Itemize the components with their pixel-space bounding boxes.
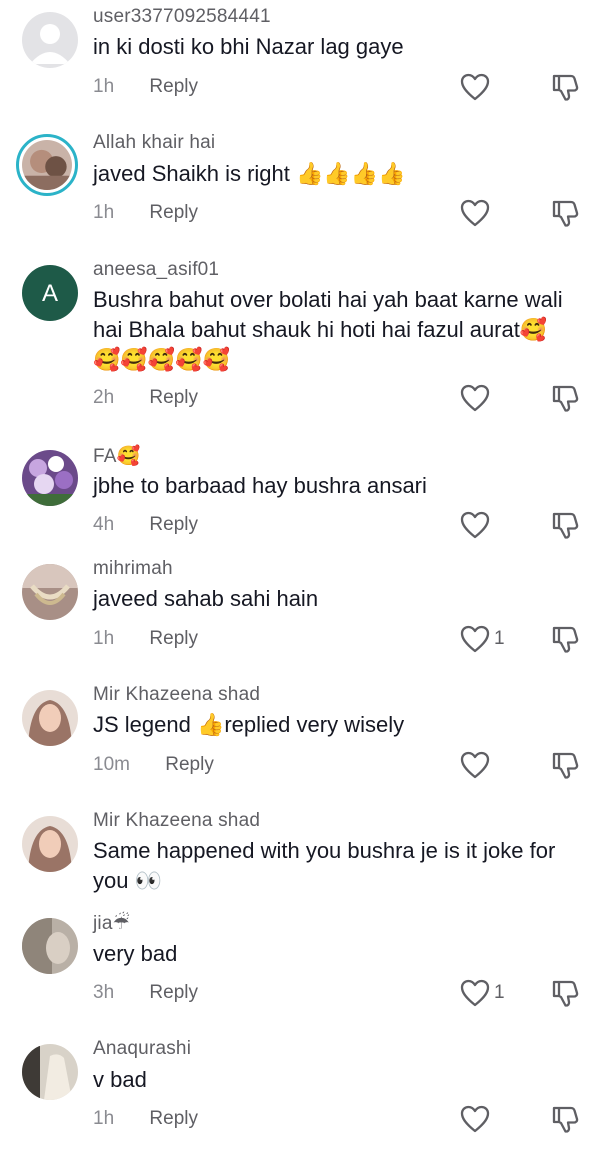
heart-outline-icon xyxy=(460,979,490,1007)
like-button[interactable] xyxy=(460,1105,494,1133)
like-button[interactable] xyxy=(460,511,494,539)
heart-outline-icon xyxy=(460,73,490,101)
heart-outline-icon xyxy=(460,199,490,227)
comment-username[interactable]: user3377092584441 xyxy=(93,6,271,28)
thumbs-down-icon xyxy=(552,74,579,101)
dislike-button[interactable] xyxy=(550,624,580,659)
dislike-button[interactable] xyxy=(550,510,580,545)
avatar-letter: A xyxy=(42,280,58,307)
comment-username[interactable]: aneesa_asif01 xyxy=(93,259,219,281)
dislike-button[interactable] xyxy=(550,383,580,418)
comment-text: jbhe to barbaad hay bushra ansari xyxy=(93,473,427,498)
reply-button[interactable]: Reply xyxy=(149,76,198,97)
comment-text: javeed sahab sahi hain xyxy=(93,586,319,611)
thumbs-down-icon xyxy=(552,752,579,779)
comment-username[interactable]: mihrimah xyxy=(93,558,173,580)
avatar[interactable] xyxy=(16,134,78,196)
comment-meta: 1h Reply xyxy=(93,202,198,224)
comment-text: v bad xyxy=(93,1067,147,1092)
comment-meta: 1h Reply xyxy=(93,628,198,650)
heart-outline-icon xyxy=(460,511,490,539)
heart-outline-icon xyxy=(460,751,490,779)
dislike-button[interactable] xyxy=(550,198,580,233)
comment-text: JS legend 👍replied very wisely xyxy=(93,712,405,737)
reply-button[interactable]: Reply xyxy=(149,202,198,223)
like-button[interactable]: 1 xyxy=(460,979,505,1007)
comment-text: very bad xyxy=(93,941,178,966)
comment-time: 4h xyxy=(93,514,115,535)
dislike-button[interactable] xyxy=(550,978,580,1013)
thumbs-down-icon xyxy=(552,512,579,539)
comment-username[interactable]: Anaqurashi xyxy=(93,1038,191,1060)
comment-time: 1h xyxy=(93,202,115,223)
avatar[interactable]: A xyxy=(22,265,78,321)
avatar[interactable] xyxy=(22,450,78,506)
reply-button[interactable]: Reply xyxy=(165,754,214,775)
comment-text: in ki dosti ko bhi Nazar lag gaye xyxy=(93,34,404,59)
comment-meta: 1h Reply xyxy=(93,76,198,98)
comment-time: 2h xyxy=(93,387,115,408)
comment-meta: 3h Reply xyxy=(93,982,198,1004)
comment-time: 3h xyxy=(93,982,115,1003)
thumbs-down-icon xyxy=(552,385,579,412)
thumbs-down-icon xyxy=(552,980,579,1007)
avatar[interactable] xyxy=(22,12,78,68)
like-count: 1 xyxy=(494,982,505,1003)
like-button[interactable] xyxy=(460,751,494,779)
comment-meta: 1h Reply xyxy=(93,1108,198,1130)
heart-outline-icon xyxy=(460,625,490,653)
comment-username[interactable]: FA🥰 xyxy=(93,444,141,468)
dislike-button[interactable] xyxy=(550,750,580,785)
thumbs-down-icon xyxy=(552,1106,579,1133)
like-count: 1 xyxy=(494,628,505,649)
comment-username[interactable]: Allah khair hai xyxy=(93,132,215,154)
comment-text: Bushra bahut over bolati hai yah baat ka… xyxy=(93,287,563,372)
like-button[interactable] xyxy=(460,384,494,412)
comment-time: 1h xyxy=(93,76,115,97)
dislike-button[interactable] xyxy=(550,1104,580,1139)
comment-time: 10m xyxy=(93,754,130,775)
comment-time: 1h xyxy=(93,628,115,649)
comment-text: Same happened with you bushra je is it j… xyxy=(93,838,556,893)
avatar[interactable] xyxy=(22,690,78,746)
comment-meta: 10m Reply xyxy=(93,754,214,776)
comment-time: 1h xyxy=(93,1108,115,1129)
heart-outline-icon xyxy=(460,384,490,412)
reply-button[interactable]: Reply xyxy=(149,628,198,649)
reply-button[interactable]: Reply xyxy=(149,514,198,535)
dislike-button[interactable] xyxy=(550,72,580,107)
comment-meta: 4h Reply xyxy=(93,514,198,536)
reply-button[interactable]: Reply xyxy=(149,1108,198,1129)
reply-button[interactable]: Reply xyxy=(149,982,198,1003)
avatar[interactable] xyxy=(22,1044,78,1100)
heart-outline-icon xyxy=(460,1105,490,1133)
comment-text: javed Shaikh is right 👍👍👍👍 xyxy=(93,161,406,186)
comment-meta: 2h Reply xyxy=(93,387,198,409)
comment-username[interactable]: Mir Khazeena shad xyxy=(93,810,260,832)
avatar[interactable] xyxy=(22,816,78,872)
like-button[interactable]: 1 xyxy=(460,625,505,653)
like-button[interactable] xyxy=(460,73,494,101)
reply-button[interactable]: Reply xyxy=(149,387,198,408)
comment-username[interactable]: Mir Khazeena shad xyxy=(93,684,260,706)
comment-username[interactable]: jia☔ xyxy=(93,912,130,935)
thumbs-down-icon xyxy=(552,626,579,653)
avatar[interactable] xyxy=(22,918,78,974)
thumbs-down-icon xyxy=(552,200,579,227)
like-button[interactable] xyxy=(460,199,494,227)
avatar[interactable] xyxy=(22,564,78,620)
